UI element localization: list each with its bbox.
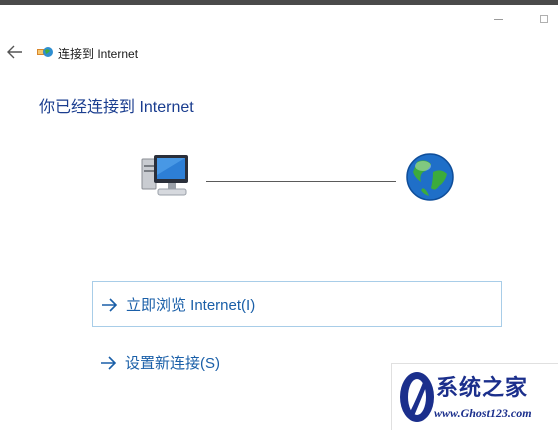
computer-icon bbox=[140, 153, 192, 199]
watermark-title: 系统之家 bbox=[436, 375, 529, 401]
arrow-right-icon bbox=[99, 355, 117, 370]
minimize-button[interactable] bbox=[492, 12, 506, 26]
maximize-button[interactable] bbox=[538, 12, 552, 26]
window-title: 连接到 Internet bbox=[58, 47, 139, 61]
arrow-right-icon bbox=[100, 297, 118, 312]
globe-icon bbox=[405, 152, 455, 202]
window-top-border bbox=[0, 0, 558, 5]
back-button[interactable] bbox=[6, 44, 24, 60]
watermark-url: www.Ghost123.com bbox=[434, 406, 532, 420]
watermark-logo: 系统之家 www.Ghost123.com bbox=[391, 363, 558, 430]
setup-new-connection-label: 设置新连接(S) bbox=[125, 354, 220, 372]
browse-internet-option[interactable]: 立即浏览 Internet(I) bbox=[92, 281, 502, 327]
watermark-emblem-icon bbox=[400, 372, 434, 422]
page-heading: 你已经连接到 Internet bbox=[39, 99, 194, 116]
back-arrow-icon bbox=[7, 45, 22, 59]
connection-line bbox=[206, 181, 396, 182]
browse-internet-label: 立即浏览 Internet(I) bbox=[126, 296, 256, 314]
network-connection-icon bbox=[36, 44, 54, 60]
